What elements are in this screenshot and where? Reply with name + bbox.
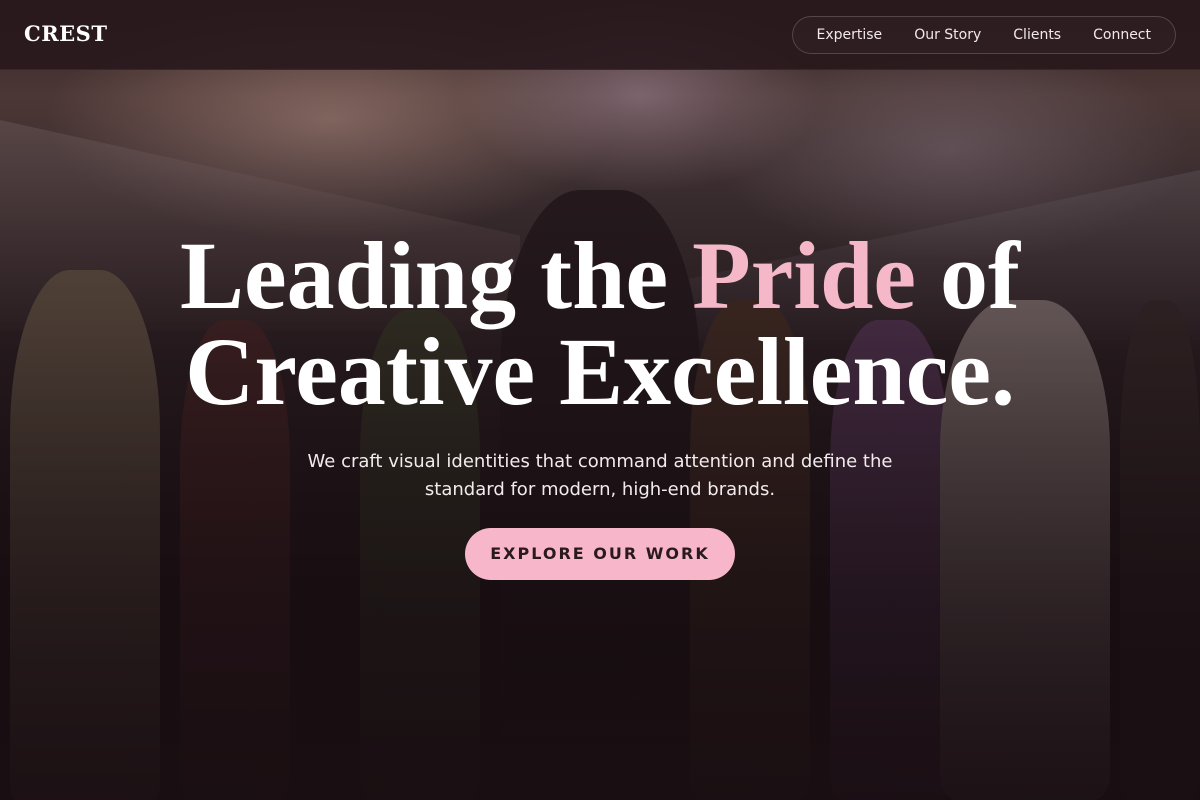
landing-page: CREST Expertise Our Story Clients Connec… bbox=[0, 0, 1200, 800]
headline-line-2: Creative Excellence. bbox=[185, 318, 1015, 425]
nav-link-clients[interactable]: Clients bbox=[997, 17, 1077, 53]
headline-part-1: Leading the bbox=[180, 222, 693, 329]
explore-work-button[interactable]: EXPLORE OUR WORK bbox=[465, 528, 735, 580]
headline-accent: Pride bbox=[692, 222, 916, 329]
nav-link-our-story[interactable]: Our Story bbox=[898, 17, 997, 53]
site-header: CREST Expertise Our Story Clients Connec… bbox=[0, 0, 1200, 70]
headline-part-2: of bbox=[916, 222, 1020, 329]
nav-link-connect[interactable]: Connect bbox=[1077, 17, 1167, 53]
hero-section: Leading the Pride of Creative Excellence.… bbox=[0, 228, 1200, 580]
hero-headline: Leading the Pride of Creative Excellence. bbox=[0, 228, 1200, 420]
main-nav: Expertise Our Story Clients Connect bbox=[791, 16, 1176, 54]
hero-subtext: We craft visual identities that command … bbox=[307, 451, 893, 500]
nav-link-expertise[interactable]: Expertise bbox=[801, 17, 899, 53]
logo[interactable]: CREST bbox=[24, 21, 107, 46]
